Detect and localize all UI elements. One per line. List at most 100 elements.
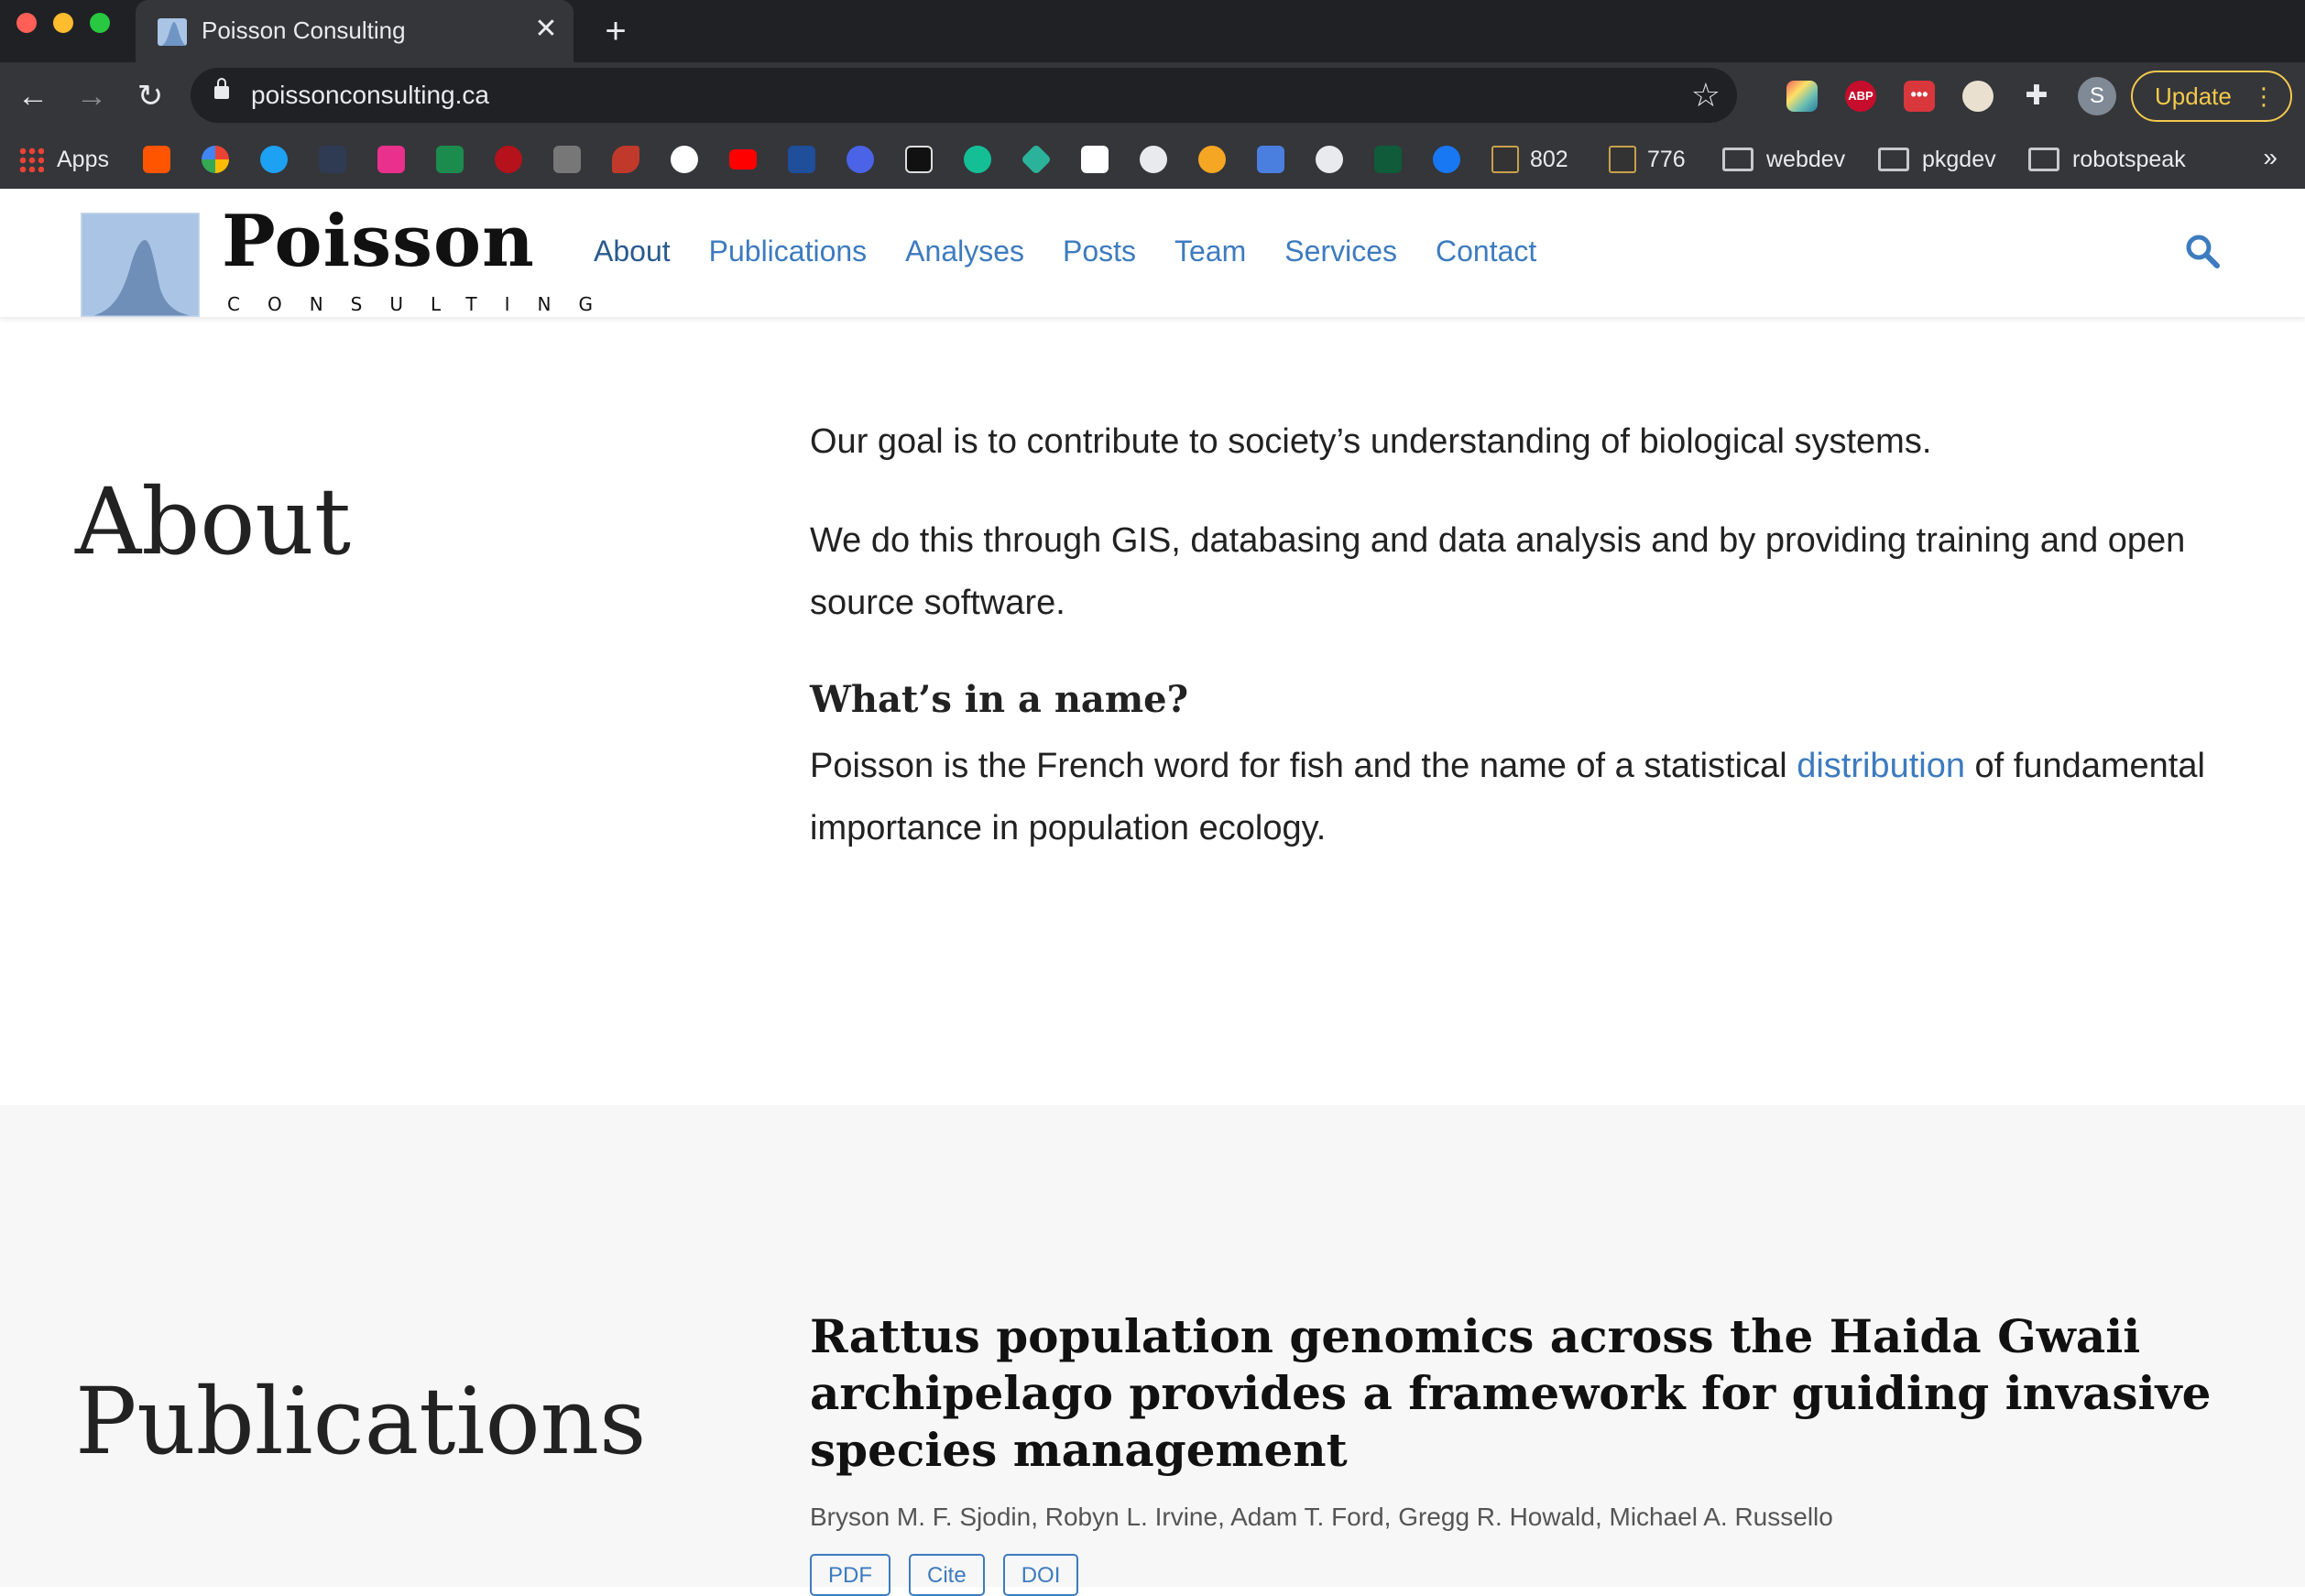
reload-icon[interactable]: ↻ xyxy=(130,77,170,117)
doi-button[interactable]: DOI xyxy=(1002,1554,1079,1596)
bookmark-soundcloud-icon[interactable] xyxy=(143,141,181,178)
distribution-link[interactable]: distribution xyxy=(1797,747,1965,785)
profile-avatar[interactable]: S xyxy=(2078,77,2116,115)
publication-actions: PDF Cite DOI xyxy=(810,1554,2257,1596)
pdf-button[interactable]: PDF xyxy=(810,1554,890,1596)
bookmark-label: webdev xyxy=(1766,146,1846,172)
blackboard-icon xyxy=(1491,146,1519,173)
blackboard-icon xyxy=(1609,146,1636,173)
nav-about[interactable]: About xyxy=(594,235,671,268)
nav-analyses[interactable]: Analyses xyxy=(905,235,1024,268)
publication-authors: Bryson M. F. Sjodin, Robyn L. Irvine, Ad… xyxy=(810,1503,1833,1531)
bookmark-youtube-icon[interactable] xyxy=(729,141,768,178)
folder-icon xyxy=(1722,148,1753,171)
bookmark-facebook-icon[interactable] xyxy=(1433,141,1471,178)
bookmark-twitter-icon[interactable] xyxy=(260,141,299,178)
extension-colorful-icon[interactable] xyxy=(1786,81,1818,112)
bookmark-pinwheel-icon[interactable] xyxy=(202,141,240,178)
publication-title[interactable]: Rattus population genomics across the Ha… xyxy=(810,1308,2257,1479)
tab-close-icon[interactable]: ✕ xyxy=(530,13,563,46)
bookmark-shield-icon[interactable] xyxy=(495,141,533,178)
update-label: Update xyxy=(2155,82,2232,110)
nav-team[interactable]: Team xyxy=(1174,235,1246,268)
search-icon[interactable] xyxy=(2184,233,2221,269)
bookmark-802[interactable]: 802 xyxy=(1491,141,1568,178)
folder-icon xyxy=(2028,148,2059,171)
bookmark-label: 776 xyxy=(1647,146,1686,172)
forward-arrow-icon[interactable]: → xyxy=(71,77,112,117)
apps-grid-icon xyxy=(18,147,44,172)
bookmark-blue-circle-icon[interactable] xyxy=(847,141,885,178)
extension-glasses-icon[interactable] xyxy=(1962,81,1994,112)
new-tab-button[interactable]: + xyxy=(595,13,636,53)
bookmark-label: 802 xyxy=(1530,146,1568,172)
nav-contact[interactable]: Contact xyxy=(1436,235,1536,268)
url-text[interactable]: poissonconsulting.ca xyxy=(251,81,489,110)
paragraph-text: Poisson is the French word for fish and … xyxy=(810,747,1797,785)
window-close-button[interactable] xyxy=(16,13,37,33)
about-paragraph-method: We do this through GIS, databasing and d… xyxy=(810,521,2186,622)
bookmark-dazn-icon[interactable] xyxy=(905,141,944,178)
bookmark-unbc-icon[interactable] xyxy=(1374,141,1413,178)
cite-button[interactable]: Cite xyxy=(909,1554,985,1596)
about-heading: About xyxy=(75,468,352,575)
main-navigation: About Publications Analyses Posts Team S… xyxy=(594,235,1575,268)
bookmark-g-icon[interactable] xyxy=(671,141,709,178)
bookmark-folder-robotspeak[interactable]: robotspeak xyxy=(2028,141,2186,178)
about-paragraph-goal: Our goal is to contribute to society’s u… xyxy=(810,422,1932,461)
browser-toolbar: ← → ↻ poissonconsulting.ca ☆ ABP ••• ✚ S… xyxy=(0,62,2305,130)
update-button[interactable]: Update ⋮ xyxy=(2131,71,2292,122)
publication-item: Rattus population genomics across the Ha… xyxy=(810,1308,2257,1596)
bookmarks-bar: Apps 802 776 webdev pkgdev robotspeak » xyxy=(0,130,2305,190)
address-bar[interactable]: poissonconsulting.ca ☆ xyxy=(191,68,1737,123)
bookmark-github-icon[interactable] xyxy=(1140,141,1178,178)
browser-tab-strip: Poisson Consulting ✕ + xyxy=(0,0,2305,62)
bookmark-green-shield-icon[interactable] xyxy=(964,141,1002,178)
bookmark-folder-webdev[interactable]: webdev xyxy=(1722,141,1845,178)
bookmark-cap-icon[interactable] xyxy=(1257,141,1295,178)
bookmark-m-icon[interactable] xyxy=(553,141,592,178)
bookmark-label: robotspeak xyxy=(2072,146,2186,172)
logo-wordmark: Poisson xyxy=(222,200,535,283)
bookmark-globe-icon[interactable] xyxy=(1316,141,1354,178)
name-subheading: What’s in a name? xyxy=(810,678,1189,721)
adblock-plus-icon[interactable]: ABP xyxy=(1845,81,1876,112)
more-menu-icon[interactable]: ⋮ xyxy=(2252,72,2276,120)
browser-tab[interactable]: Poisson Consulting ✕ xyxy=(136,0,574,62)
bookmark-diamond-icon[interactable] xyxy=(1021,141,1061,178)
window-minimize-button[interactable] xyxy=(53,13,73,33)
bookmark-apps[interactable]: Apps xyxy=(18,141,109,178)
window-zoom-button[interactable] xyxy=(90,13,110,33)
folder-icon xyxy=(1878,148,1909,171)
about-paragraph-name: Poisson is the French word for fish and … xyxy=(810,735,2239,859)
back-arrow-icon[interactable]: ← xyxy=(13,77,53,117)
bookmark-folder-pkgdev[interactable]: pkgdev xyxy=(1878,141,1996,178)
bookmark-776[interactable]: 776 xyxy=(1609,141,1686,178)
logo-subtitle: CONSULTING xyxy=(227,293,620,315)
bookmark-orange-icon[interactable] xyxy=(1198,141,1237,178)
site-favicon-icon xyxy=(158,18,187,46)
nav-services[interactable]: Services xyxy=(1284,235,1397,268)
bookmark-pink-face-icon[interactable] xyxy=(377,141,416,178)
nav-publications[interactable]: Publications xyxy=(709,235,868,268)
bookmark-label: Apps xyxy=(57,146,109,172)
extension-password-icon[interactable]: ••• xyxy=(1904,81,1935,112)
bookmark-crest-icon[interactable] xyxy=(788,141,826,178)
bookmark-wave-icon[interactable] xyxy=(436,141,475,178)
about-section: About Our goal is to contribute to socie… xyxy=(0,317,2305,1105)
tab-title: Poisson Consulting xyxy=(202,16,406,44)
nav-posts[interactable]: Posts xyxy=(1063,235,1136,268)
site-header: Poisson CONSULTING About Publications An… xyxy=(0,189,2305,317)
bookmark-a-icon[interactable] xyxy=(1081,141,1120,178)
bookmarks-overflow-icon[interactable]: » xyxy=(2263,143,2278,172)
bookmark-u-icon[interactable] xyxy=(612,141,650,178)
bookmark-label: pkgdev xyxy=(1922,146,1996,172)
extensions-puzzle-icon[interactable]: ✚ xyxy=(2021,81,2052,112)
about-body: Our goal is to contribute to society’s u… xyxy=(810,410,2239,896)
bookmark-star-icon[interactable]: ☆ xyxy=(1691,75,1721,115)
site-logo[interactable]: Poisson CONSULTING xyxy=(81,200,593,317)
publications-section: Publications Rattus population genomics … xyxy=(0,1105,2305,1596)
bookmark-dark-icon[interactable] xyxy=(319,141,357,178)
poisson-curve-logo-icon xyxy=(81,213,200,317)
lock-icon[interactable] xyxy=(214,78,229,99)
